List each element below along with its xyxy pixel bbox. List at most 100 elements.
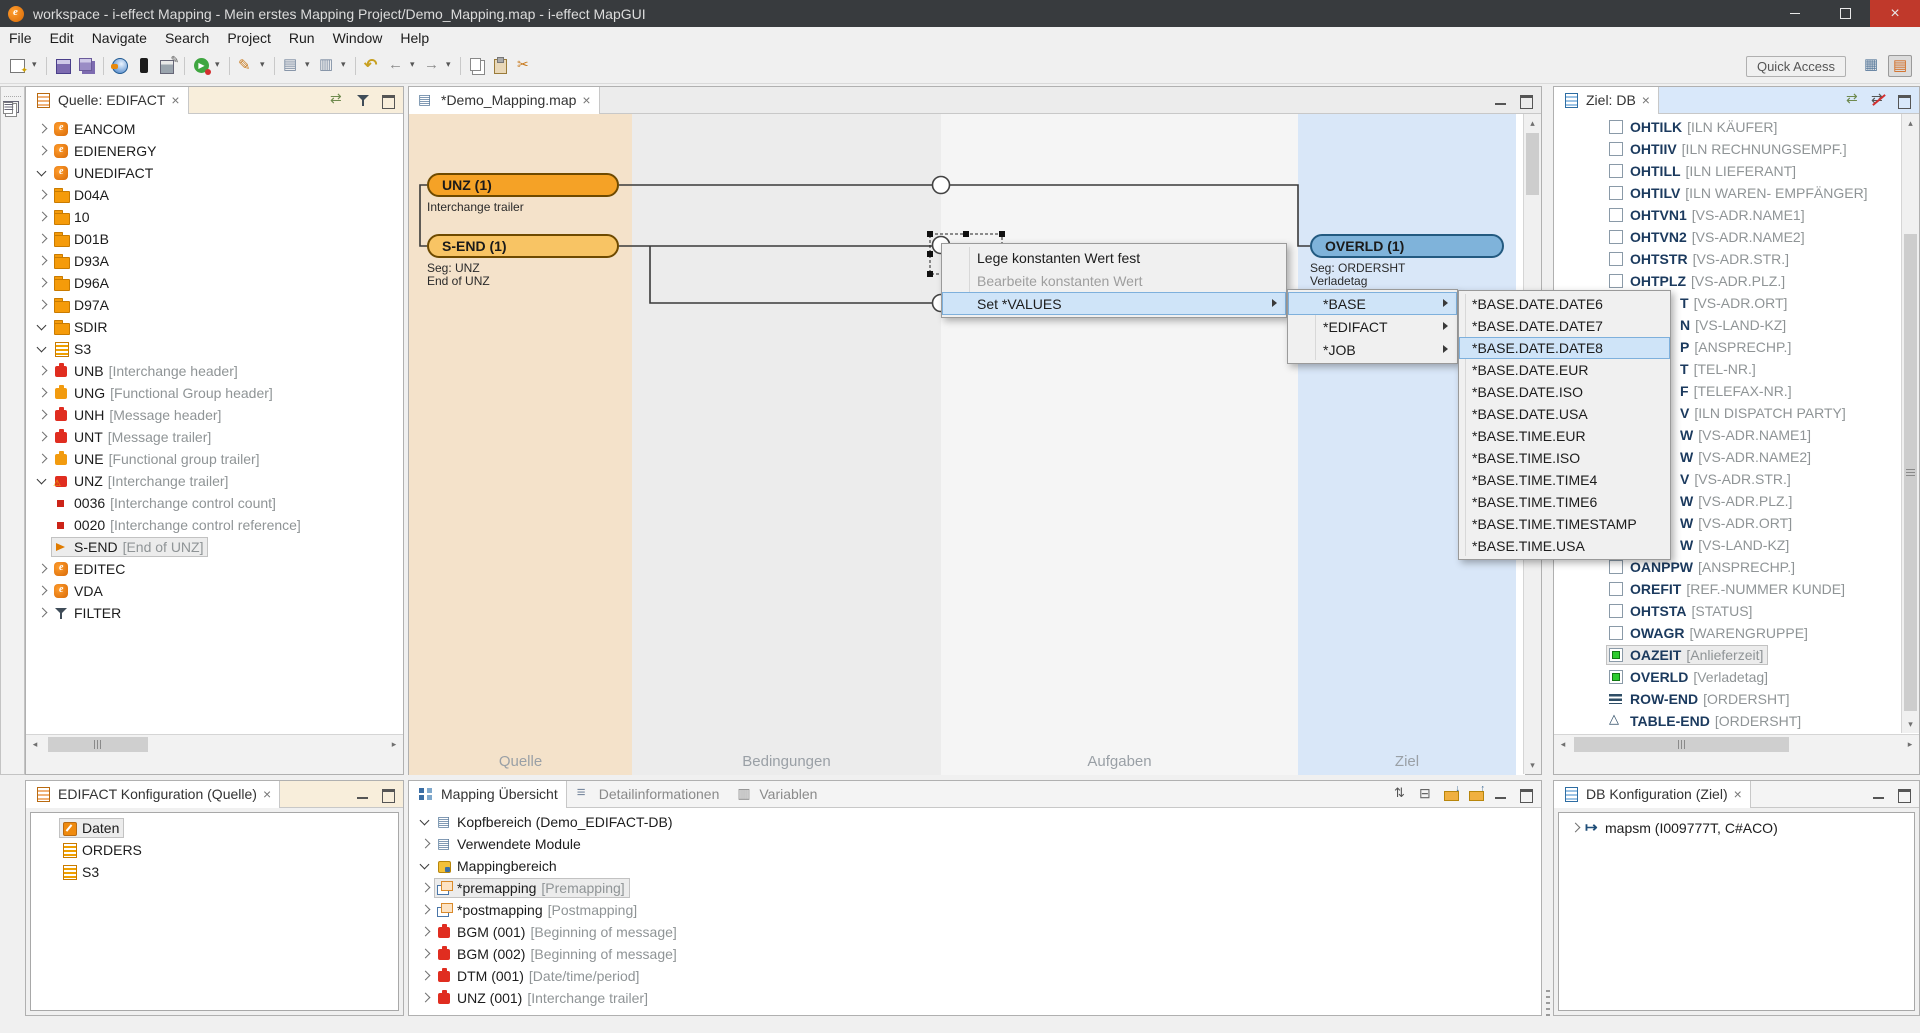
toolbar-icon[interactable] [355,57,356,75]
base-value-item[interactable]: *BASE.TIME.TIME6 [1459,491,1670,513]
toolbar-icon[interactable] [514,55,536,77]
scroll-up-icon[interactable] [1524,114,1541,132]
chevron-icon[interactable] [34,143,51,159]
scroll-down-icon[interactable] [1902,715,1919,733]
overview-item[interactable]: *premapping [Premapping] [409,877,1541,899]
field-checkbox[interactable] [1608,712,1627,730]
field-checkbox[interactable] [1608,272,1627,290]
tree-item[interactable]: D93A [26,250,403,272]
header-icon[interactable] [379,91,397,109]
chevron-icon[interactable] [417,858,434,874]
scroll-right-icon[interactable] [385,735,403,754]
toolbar-icon[interactable] [259,55,269,77]
field-checkbox[interactable] [1608,118,1627,136]
maximize-button[interactable] [1820,0,1870,27]
menu-bar-item[interactable]: Help [391,27,438,49]
header-icon[interactable] [1895,91,1913,109]
base-value-item[interactable]: *BASE.TIME.TIME4 [1459,469,1670,491]
toolbar-icon[interactable] [109,55,131,77]
db-config-item[interactable]: mapsm (I009777T, C#ACO) [1559,817,1914,839]
chevron-icon[interactable] [34,165,51,181]
chevron-icon[interactable] [34,407,51,423]
toolbar-icon[interactable] [445,55,455,77]
config-item[interactable]: ORDERS [31,839,398,861]
menu-bar-item[interactable]: Edit [41,27,83,49]
splitter-handle[interactable] [1546,990,1550,1016]
field-row[interactable]: OREFIT [REF.-NUMMER KUNDE] [1554,578,1901,600]
tab-edifact-konfiguration[interactable]: EDIFACT Konfiguration (Quelle) [26,781,280,808]
chevron-icon[interactable] [34,495,51,511]
scroll-thumb[interactable] [48,737,148,752]
chevron-icon[interactable] [34,187,51,203]
field-row[interactable]: OHTVN1 [VS-ADR.NAME1] [1554,204,1901,226]
tab-close-icon[interactable] [1642,92,1650,108]
field-row[interactable]: OHTSTR [VS-ADR.STR.] [1554,248,1901,270]
chevron-icon[interactable] [34,385,51,401]
overview-item[interactable]: BGM (001) [Beginning of message] [409,921,1541,943]
header-icon[interactable] [1517,91,1535,109]
chevron-icon[interactable] [417,880,434,896]
scroll-up-icon[interactable] [1902,114,1919,132]
header-icon[interactable] [1870,785,1888,803]
tree-item[interactable]: UNE [Functional group trailer] [26,448,403,470]
minimize-button[interactable] [1770,0,1820,27]
mapping-canvas[interactable]: Quelle Bedingungen Aufgaben Ziel [409,114,1525,775]
chevron-icon[interactable] [34,209,51,225]
chevron-icon[interactable] [34,231,51,247]
quick-access-button[interactable]: Quick Access [1746,56,1846,77]
field-checkbox[interactable] [1608,624,1627,642]
base-value-item[interactable]: *BASE.DATE.DATE7 [1459,315,1670,337]
chevron-icon[interactable] [34,363,51,379]
overview-item[interactable]: Mappingbereich [409,855,1541,877]
field-checkbox[interactable] [1608,140,1627,158]
scroll-left-icon[interactable] [1554,735,1572,754]
toolbar-icon[interactable] [7,55,29,77]
toolbar-icon[interactable] [490,55,512,77]
toolbar-icon[interactable] [103,57,104,75]
toolbar-icon[interactable] [229,57,230,75]
chevron-icon[interactable] [34,429,51,445]
chevron-icon[interactable] [34,121,51,137]
toolbar-icon[interactable] [31,55,41,77]
field-row[interactable]: OHTILV [ILN WAREN- EMPFÄNGER] [1554,182,1901,204]
header-icon[interactable] [354,91,372,109]
field-row[interactable]: OHTPLZ [VS-ADR.PLZ.] [1554,270,1901,292]
base-value-item[interactable]: *BASE.DATE.DATE8 [1459,337,1670,359]
chevron-icon[interactable] [34,319,51,335]
overview-item[interactable]: DTM (001) [Date/time/period] [409,965,1541,987]
field-row[interactable]: OHTILL [ILN LIEFERANT] [1554,160,1901,182]
toolbar-icon[interactable] [235,55,257,77]
header-icon[interactable] [1442,785,1460,803]
field-checkbox[interactable] [1608,646,1627,664]
field-checkbox[interactable] [1608,602,1627,620]
header-icon[interactable] [1492,785,1510,803]
field-checkbox[interactable] [1608,162,1627,180]
node-unz[interactable]: UNZ (1) [427,173,619,197]
tab-close-icon[interactable] [263,786,271,802]
context-menu-item[interactable]: Lege konstanten Wert fest [942,246,1286,269]
overview-tab[interactable]: Detailinformationen [567,781,728,808]
chevron-icon[interactable] [34,605,51,621]
chevron-icon[interactable] [34,539,51,555]
strip-grip[interactable] [4,89,21,97]
tree-item[interactable]: EDIENERGY [26,140,403,162]
field-checkbox[interactable] [1608,668,1627,686]
overview-item[interactable]: Kopfbereich (Demo_EDIFACT-DB) [409,811,1541,833]
toolbar-icon[interactable] [316,55,338,77]
chevron-icon[interactable] [417,836,434,852]
chevron-icon[interactable] [417,902,434,918]
header-icon[interactable] [329,91,347,109]
base-value-item[interactable]: *BASE.TIME.ISO [1459,447,1670,469]
source-hscrollbar[interactable] [26,734,403,754]
base-value-item[interactable]: *BASE.DATE.DATE6 [1459,293,1670,315]
tree-item[interactable]: D97A [26,294,403,316]
tree-item[interactable]: UNT [Message trailer] [26,426,403,448]
toolbar-icon[interactable] [460,57,461,75]
tree-item[interactable]: 10 [26,206,403,228]
chevron-icon[interactable] [34,517,51,533]
overview-item[interactable]: BGM (002) [Beginning of message] [409,943,1541,965]
toolbar-icon[interactable] [184,57,185,75]
toolbar-icon[interactable] [274,57,275,75]
scroll-thumb[interactable] [1574,737,1789,752]
base-value-item[interactable]: *BASE.TIME.USA [1459,535,1670,557]
